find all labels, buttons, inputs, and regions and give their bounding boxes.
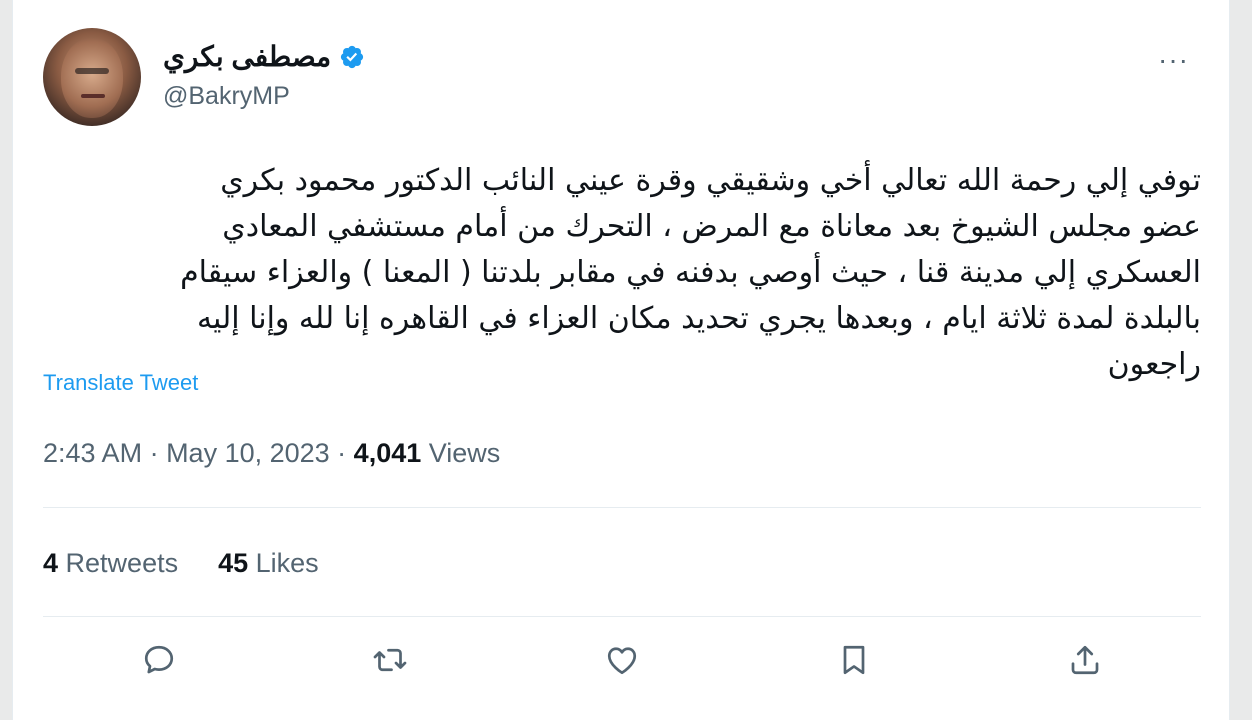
author-name-row[interactable]: مصطفى بكري <box>163 40 365 73</box>
share-icon <box>1071 645 1099 675</box>
tweet-line: راجعون <box>1107 347 1201 382</box>
share-button[interactable] <box>1063 638 1107 682</box>
avatar-face <box>61 38 123 118</box>
meta-separator: · <box>142 438 167 468</box>
reply-button[interactable] <box>137 638 181 682</box>
verified-badge-icon <box>341 45 364 68</box>
avatar-eyes <box>75 68 109 74</box>
tweet-text: توفي إلي رحمة الله تعالي أخي وشقيقي وقرة… <box>43 158 1201 388</box>
meta-separator: · <box>329 438 354 468</box>
author-handle[interactable]: @BakryMP <box>163 82 290 111</box>
tweet-line: توفي إلي رحمة الله تعالي أخي وشقيقي وقرة… <box>220 163 1201 198</box>
retweet-icon <box>374 648 407 672</box>
likes-label: Likes <box>248 548 319 578</box>
avatar[interactable] <box>43 28 141 126</box>
tweet-meta: 2:43 AM · May 10, 2023 · 4,041 Views <box>43 438 500 469</box>
bookmark-button[interactable] <box>832 638 876 682</box>
avatar-mouth <box>81 94 105 98</box>
views-count: 4,041 <box>353 438 422 468</box>
bookmark-icon <box>843 645 864 675</box>
author-display-name[interactable]: مصطفى بكري <box>163 40 331 73</box>
tweet-line: بالبلدة لمدة ثلاثة ايام ، وبعدها يجري تح… <box>196 301 1201 336</box>
action-bar <box>43 620 1201 700</box>
like-button[interactable] <box>600 638 644 682</box>
reply-icon <box>144 645 173 674</box>
like-icon <box>607 647 637 675</box>
tweet-stats: 4 Retweets 45 Likes <box>43 548 319 579</box>
retweets-count: 4 <box>43 548 59 578</box>
tweet-line: عضو مجلس الشيوخ بعد معاناة مع المرض ، ال… <box>222 209 1201 244</box>
retweets-label: Retweets <box>58 548 179 578</box>
retweet-button[interactable] <box>368 638 412 682</box>
more-options-icon[interactable]: ··· <box>1158 44 1189 76</box>
retweets-stat[interactable]: 4 Retweets <box>43 548 178 579</box>
likes-count: 45 <box>218 548 249 578</box>
tweet-line: العسكري إلي مدينة قنا ، حيث أوصي بدفنه ف… <box>180 255 1201 290</box>
tweet-date[interactable]: May 10, 2023 <box>166 438 330 468</box>
tweet-card: مصطفى بكري @BakryMP ··· توفي إلي رحمة ال… <box>12 0 1230 720</box>
likes-stat[interactable]: 45 Likes <box>218 548 319 579</box>
views-label: Views <box>421 438 501 468</box>
divider <box>43 507 1201 508</box>
tweet-time[interactable]: 2:43 AM <box>43 438 142 468</box>
translate-tweet-link[interactable]: Translate Tweet <box>43 370 198 396</box>
divider <box>43 616 1201 617</box>
